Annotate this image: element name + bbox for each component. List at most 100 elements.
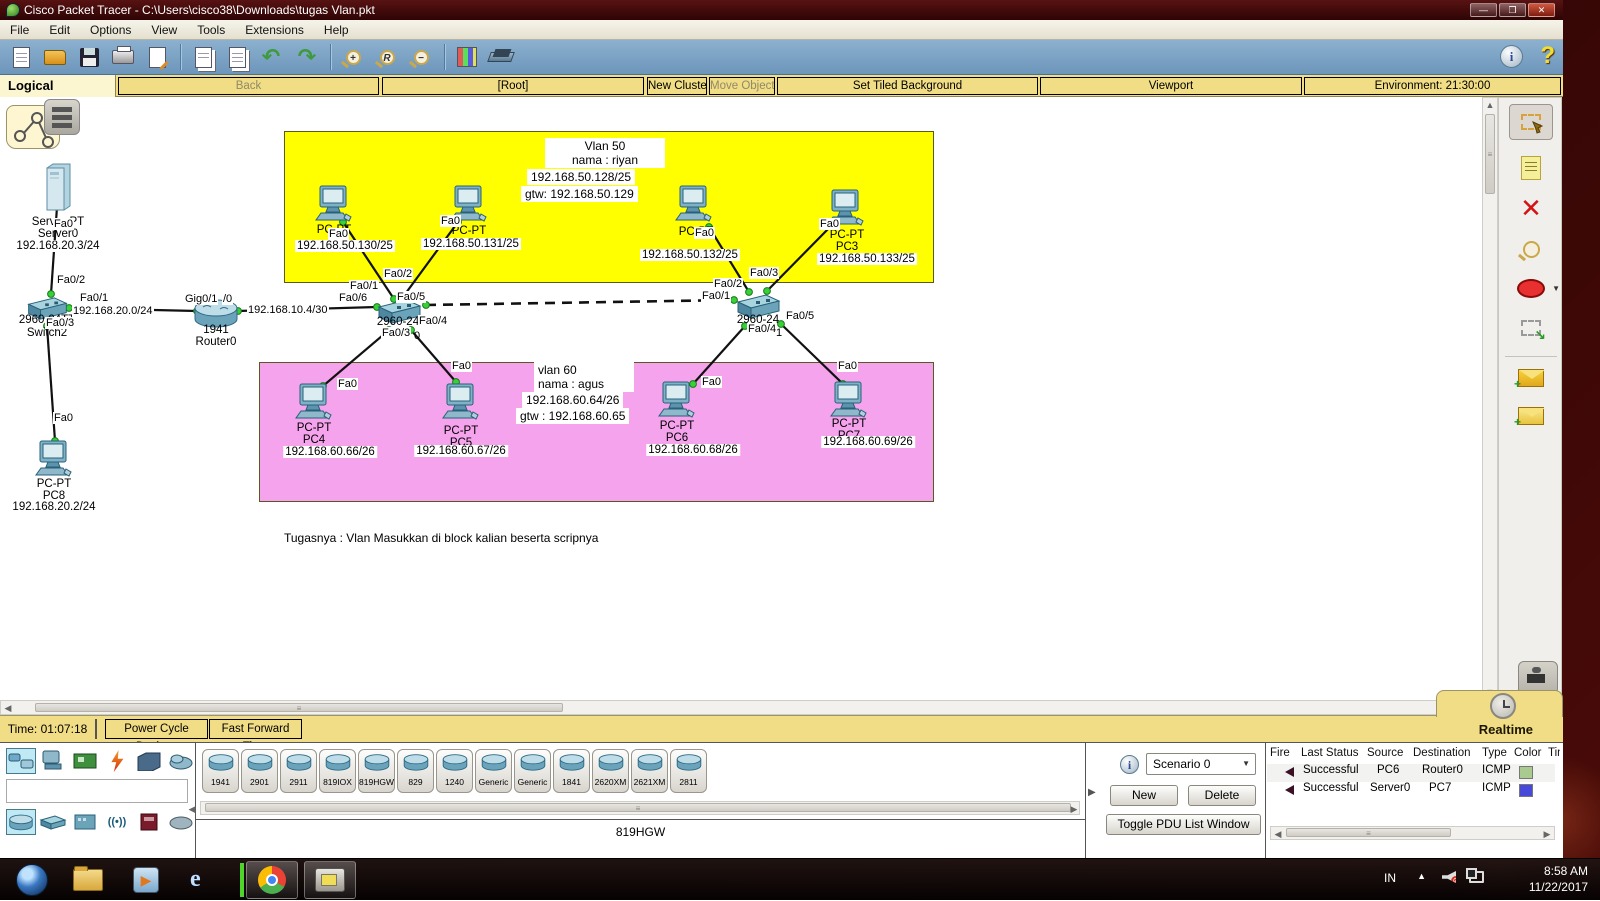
pdu-row[interactable]: Successful Server0 PC7 ICMP xyxy=(1267,782,1555,800)
custom-devices-dialog-icon[interactable] xyxy=(486,43,516,71)
copy-icon[interactable] xyxy=(188,43,218,71)
model-button[interactable]: 819HGW xyxy=(358,749,395,793)
model-button[interactable]: Generic xyxy=(475,749,512,793)
set-tiled-background-button[interactable]: Set Tiled Background xyxy=(777,77,1038,95)
new-file-icon[interactable] xyxy=(6,43,36,71)
taskbar-mediaplayer-button[interactable]: ▶ xyxy=(120,861,172,899)
tray-language[interactable]: IN xyxy=(1384,871,1396,885)
power-cycle-button[interactable]: Power Cycle Devices xyxy=(105,719,208,753)
activity-wizard-icon[interactable] xyxy=(142,43,172,71)
subcategory-wireless-icon[interactable]: ((•)) xyxy=(102,809,132,835)
paste-icon[interactable] xyxy=(222,43,252,71)
inspect-tool[interactable] xyxy=(1509,231,1553,267)
model-button[interactable]: 829 xyxy=(397,749,434,793)
realtime-clock-icon[interactable] xyxy=(1490,693,1516,719)
move-object-button[interactable]: Move Object xyxy=(709,77,775,95)
menu-edit[interactable]: Edit xyxy=(39,21,80,39)
subcategory-routers-icon[interactable] xyxy=(6,809,36,835)
zoom-in-icon[interactable]: + xyxy=(338,43,368,71)
category-components-icon[interactable] xyxy=(70,748,100,774)
info-icon[interactable]: i xyxy=(1500,45,1523,68)
subcategory-security-icon[interactable] xyxy=(134,809,164,835)
model-button[interactable]: 2621XM xyxy=(631,749,668,793)
logical-workspace[interactable]: Vlan 50 nama : riyan 192.168.50.128/25 gt… xyxy=(0,97,1482,700)
taskbar-explorer-button[interactable] xyxy=(62,861,114,899)
toggle-pdu-list-button[interactable]: Toggle PDU List Window xyxy=(1106,814,1261,835)
tray-network-icon[interactable] xyxy=(1466,868,1484,883)
menu-extensions[interactable]: Extensions xyxy=(235,21,314,39)
menu-file[interactable]: File xyxy=(0,21,39,39)
open-file-icon[interactable] xyxy=(40,43,70,71)
fire-icon[interactable] xyxy=(1285,767,1294,777)
model-button[interactable]: Generic xyxy=(514,749,551,793)
start-button[interactable] xyxy=(6,861,58,899)
draw-ellipse-tool[interactable]: ▼ xyxy=(1509,270,1560,306)
model-button[interactable]: 1240 xyxy=(436,749,473,793)
new-scenario-button[interactable]: New xyxy=(1110,785,1178,806)
scenario-info-icon[interactable]: i xyxy=(1120,755,1139,774)
category-network-devices-icon[interactable] xyxy=(6,748,36,774)
delete-tool[interactable]: ✕ xyxy=(1509,190,1553,226)
device-server0[interactable] xyxy=(38,162,78,219)
taskbar-ie-button[interactable]: e xyxy=(178,861,230,899)
device-pc2[interactable] xyxy=(673,185,715,230)
model-button[interactable]: 819IOX xyxy=(319,749,356,793)
save-icon[interactable] xyxy=(74,43,104,71)
model-button[interactable]: 1941 xyxy=(202,749,239,793)
subcategory-hubs-icon[interactable] xyxy=(70,809,100,835)
pdu-row[interactable]: Successful PC6 Router0 ICMP xyxy=(1267,764,1555,782)
tray-clock[interactable]: 8:58 AM 11/22/2017 xyxy=(1529,863,1588,895)
pc5-model: PC-PT xyxy=(443,425,479,437)
new-cluster-button[interactable]: New Cluster xyxy=(647,77,707,95)
add-complex-pdu-tool[interactable]: + xyxy=(1509,398,1553,434)
model-button[interactable]: 2911 xyxy=(280,749,317,793)
model-list-scrollbar[interactable]: ◀ ≡ ▶ xyxy=(189,801,1080,815)
viewport-button[interactable]: Viewport xyxy=(1040,77,1302,95)
resize-shape-tool[interactable]: ↘ xyxy=(1509,310,1553,346)
menu-view[interactable]: View xyxy=(141,21,187,39)
canvas-hscrollbar[interactable]: ◀ ≡ ▶ xyxy=(0,700,1482,715)
menu-help[interactable]: Help xyxy=(314,21,359,39)
zoom-out-icon[interactable]: − xyxy=(406,43,436,71)
scenario-dropdown[interactable]: Scenario 0 xyxy=(1146,753,1256,775)
add-simple-pdu-tool[interactable]: + xyxy=(1509,360,1553,396)
redo-icon[interactable]: ↷ xyxy=(292,43,322,71)
category-connections-icon[interactable] xyxy=(102,748,132,774)
menu-tools[interactable]: Tools xyxy=(187,21,235,39)
print-icon[interactable] xyxy=(108,43,138,71)
delete-scenario-button[interactable]: Delete xyxy=(1188,785,1256,806)
back-button[interactable]: Back xyxy=(118,77,379,95)
tray-expand-icon[interactable]: ▲ xyxy=(1417,871,1426,881)
subcategory-switches-icon[interactable] xyxy=(38,809,68,835)
fast-forward-button[interactable]: Fast Forward Time xyxy=(209,719,302,753)
model-button[interactable]: 2811 xyxy=(670,749,707,793)
pdu-list-scrollbar[interactable]: ◀ ≡ ▶ xyxy=(1270,826,1555,840)
undo-icon[interactable]: ↶ xyxy=(256,43,286,71)
root-button[interactable]: [Root] xyxy=(382,77,644,95)
model-button[interactable]: 2901 xyxy=(241,749,278,793)
tray-volume-icon[interactable]: ⊘ xyxy=(1442,871,1456,883)
category-end-devices-icon[interactable] xyxy=(38,748,68,774)
canvas-vscrollbar[interactable]: ▲ ≡ ▼ xyxy=(1482,97,1498,700)
minimize-button[interactable]: — xyxy=(1470,3,1497,17)
environment-button[interactable]: Environment: 21:30:00 xyxy=(1304,77,1561,95)
scenario-expand-arrow[interactable]: ▶ xyxy=(1088,787,1096,798)
tab-logical[interactable]: Logical xyxy=(0,75,116,97)
zoom-reset-icon[interactable]: R xyxy=(372,43,402,71)
category-misc-icon[interactable] xyxy=(134,748,164,774)
close-button[interactable]: ✕ xyxy=(1528,3,1555,17)
palette-dialog-icon[interactable] xyxy=(452,43,482,71)
help-icon[interactable]: ? xyxy=(1540,42,1555,70)
category-multiuser-icon[interactable] xyxy=(166,748,196,774)
maximize-button[interactable]: ❐ xyxy=(1499,3,1526,17)
taskbar-packettracer-button[interactable] xyxy=(304,861,356,899)
model-button[interactable]: 1841 xyxy=(553,749,590,793)
taskbar-chrome-button[interactable] xyxy=(246,861,298,899)
model-button[interactable]: 2620XM xyxy=(592,749,629,793)
physical-workspace-icon[interactable] xyxy=(44,99,80,135)
device-pc5[interactable] xyxy=(440,383,482,428)
fire-icon[interactable] xyxy=(1285,785,1294,795)
place-note-tool[interactable] xyxy=(1509,150,1553,186)
menu-options[interactable]: Options xyxy=(80,21,141,39)
select-tool[interactable] xyxy=(1509,104,1553,140)
